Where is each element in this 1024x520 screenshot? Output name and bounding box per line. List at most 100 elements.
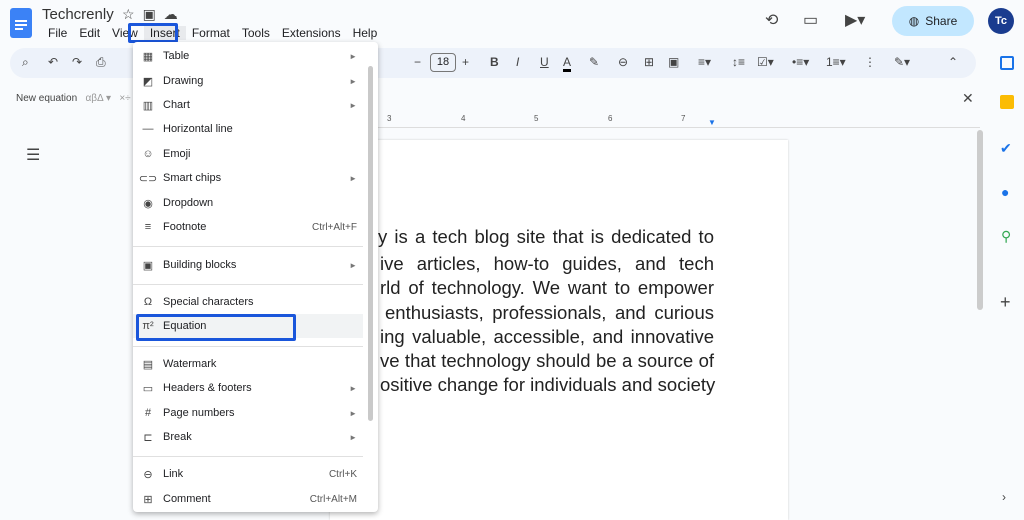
move-folder-icon[interactable]: ▣: [143, 6, 164, 22]
shortcut: Ctrl+K: [328, 468, 357, 480]
maps-icon[interactable]: ⚲: [1001, 228, 1011, 245]
doc-line: ing valuable, accessible, and innovative: [380, 326, 714, 347]
add-comment-icon[interactable]: ⊞: [644, 55, 654, 69]
outline-icon[interactable]: ☰: [26, 145, 40, 165]
star-icon[interactable]: ☆: [122, 6, 143, 22]
redo-icon[interactable]: ↷: [72, 55, 82, 69]
footnote-icon: ≡: [144, 221, 152, 233]
doc-line: y is a tech blog site that is dedicated …: [378, 226, 714, 247]
new-equation-button[interactable]: New equation: [16, 93, 77, 104]
share-button[interactable]: ◍ Share: [892, 6, 974, 36]
document-scrollbar[interactable]: [977, 130, 983, 310]
close-equation-toolbar-icon[interactable]: ✕: [962, 90, 974, 107]
underline-icon[interactable]: U: [540, 55, 549, 69]
ruler[interactable]: 3 4 5 6 7 ▼: [330, 114, 980, 128]
side-panel: ✔ ● ⚲ + ›: [988, 0, 1024, 512]
menu-tools[interactable]: Tools: [236, 26, 276, 40]
comment-icon: ⊞: [143, 493, 153, 506]
image-icon[interactable]: ▣: [668, 55, 679, 69]
align-icon[interactable]: ≡▾: [698, 55, 711, 69]
menu-item-break[interactable]: ⊏ Break ►: [133, 425, 363, 449]
operators-dropdown[interactable]: ×÷: [119, 93, 130, 104]
menu-divider: [133, 346, 363, 347]
equation-toolbar: New equation αβΔ ▾ ×÷: [16, 93, 131, 104]
more-icon[interactable]: ⋮: [864, 55, 876, 69]
menu-item-headers-footers[interactable]: ▭ Headers & footers ►: [133, 376, 363, 400]
editing-mode-icon[interactable]: ✎▾: [894, 55, 910, 69]
emoji-icon: ☺: [142, 148, 154, 160]
menu-divider: [133, 456, 363, 457]
menu-scrollbar[interactable]: [368, 66, 373, 421]
link-icon: ⊖: [143, 468, 153, 481]
add-addon-icon[interactable]: +: [1000, 292, 1011, 313]
menu-extensions[interactable]: Extensions: [276, 26, 347, 40]
calendar-icon[interactable]: [1000, 56, 1014, 70]
smart-chips-icon: ⊂⊃: [138, 172, 158, 185]
document-title[interactable]: Techcrenly: [42, 6, 114, 23]
expand-panel-icon[interactable]: ›: [1002, 490, 1006, 504]
menu-item-smart-chips[interactable]: ⊂⊃ Smart chips ►: [133, 166, 363, 190]
menu-item-building-blocks[interactable]: ▣ Building blocks ►: [133, 253, 363, 277]
numbered-list-icon[interactable]: 1≡▾: [826, 55, 846, 69]
meet-icon[interactable]: ▶▾: [845, 10, 865, 30]
font-size-input[interactable]: 18: [430, 53, 456, 72]
cloud-status-icon[interactable]: ☁: [164, 6, 186, 22]
greek-letters-dropdown[interactable]: αβΔ ▾: [86, 93, 111, 104]
history-icon[interactable]: ⟲: [765, 10, 778, 30]
menu-help[interactable]: Help: [347, 26, 384, 40]
bold-icon[interactable]: B: [490, 55, 499, 69]
bulleted-list-icon[interactable]: •≡▾: [792, 55, 809, 69]
menu-item-comment[interactable]: ⊞ Comment Ctrl+Alt+M: [133, 487, 363, 511]
search-icon[interactable]: ⌕: [22, 55, 29, 70]
collapse-toolbar-icon[interactable]: ⌃: [948, 55, 958, 69]
menu-item-link[interactable]: ⊖ Link Ctrl+K: [133, 462, 363, 486]
menu-item-watermark[interactable]: ▤ Watermark: [133, 352, 363, 376]
submenu-arrow-icon: ►: [349, 173, 357, 183]
print-icon[interactable]: ⎙: [96, 55, 106, 70]
comments-icon[interactable]: ▭: [803, 10, 818, 30]
break-icon: ⊏: [143, 431, 153, 444]
right-indent-marker[interactable]: ▼: [708, 118, 716, 127]
insert-highlight-box: [128, 23, 178, 43]
undo-icon[interactable]: ↶: [48, 55, 58, 69]
highlight-icon[interactable]: ✎: [589, 55, 599, 69]
menu-item-table[interactable]: ▦ Table ►: [133, 44, 363, 68]
link-icon[interactable]: ⊖: [618, 55, 628, 69]
submenu-arrow-icon: ►: [349, 432, 357, 442]
italic-icon[interactable]: I: [516, 55, 519, 69]
title-icons: ☆▣☁: [122, 6, 186, 23]
menu-item-special-characters[interactable]: Ω Special characters: [133, 290, 363, 314]
menu-divider: [133, 284, 363, 285]
watermark-icon: ▤: [142, 358, 154, 371]
menu-item-chart[interactable]: ▥ Chart ►: [133, 93, 363, 117]
increase-font-icon[interactable]: +: [462, 55, 469, 69]
submenu-arrow-icon: ►: [349, 383, 357, 393]
building-blocks-icon: ▣: [142, 259, 154, 272]
menu-file[interactable]: File: [42, 26, 73, 40]
submenu-arrow-icon: ►: [349, 260, 357, 270]
menu-item-horizontal-line[interactable]: — Horizontal line: [133, 117, 363, 141]
menu-item-footnote[interactable]: ≡ Footnote Ctrl+Alt+F: [133, 215, 363, 239]
menu-divider: [133, 246, 363, 247]
submenu-arrow-icon: ►: [349, 408, 357, 418]
contacts-icon[interactable]: ●: [1001, 184, 1009, 200]
decrease-font-icon[interactable]: −: [414, 55, 421, 69]
docs-logo[interactable]: [10, 8, 32, 38]
checklist-icon[interactable]: ☑▾: [757, 55, 774, 69]
menu-item-drawing[interactable]: ◩ Drawing ►: [133, 69, 363, 93]
menu-format[interactable]: Format: [186, 26, 236, 40]
shortcut: Ctrl+Alt+F: [311, 221, 357, 233]
tasks-icon[interactable]: ✔: [1000, 140, 1012, 157]
text-color-icon[interactable]: A: [563, 55, 572, 72]
menu-edit[interactable]: Edit: [73, 26, 106, 40]
submenu-arrow-icon: ►: [349, 51, 357, 61]
shortcut: Ctrl+Alt+M: [309, 493, 357, 505]
menu-item-dropdown[interactable]: ◉ Dropdown: [133, 191, 363, 215]
insert-menu: ▦ Table ► ◩ Drawing ► ▥ Chart ► — Horizontal line ☺…: [133, 42, 378, 512]
line-spacing-icon[interactable]: ↕≡: [732, 55, 745, 69]
menu-item-emoji[interactable]: ☺ Emoji: [133, 142, 363, 166]
doc-line: ive articles, how-to guides, and tech: [380, 253, 714, 274]
keep-icon[interactable]: [1000, 95, 1014, 109]
doc-line: enthusiasts, professionals, and curious: [385, 302, 714, 323]
menu-item-page-numbers[interactable]: # Page numbers ►: [133, 401, 363, 425]
